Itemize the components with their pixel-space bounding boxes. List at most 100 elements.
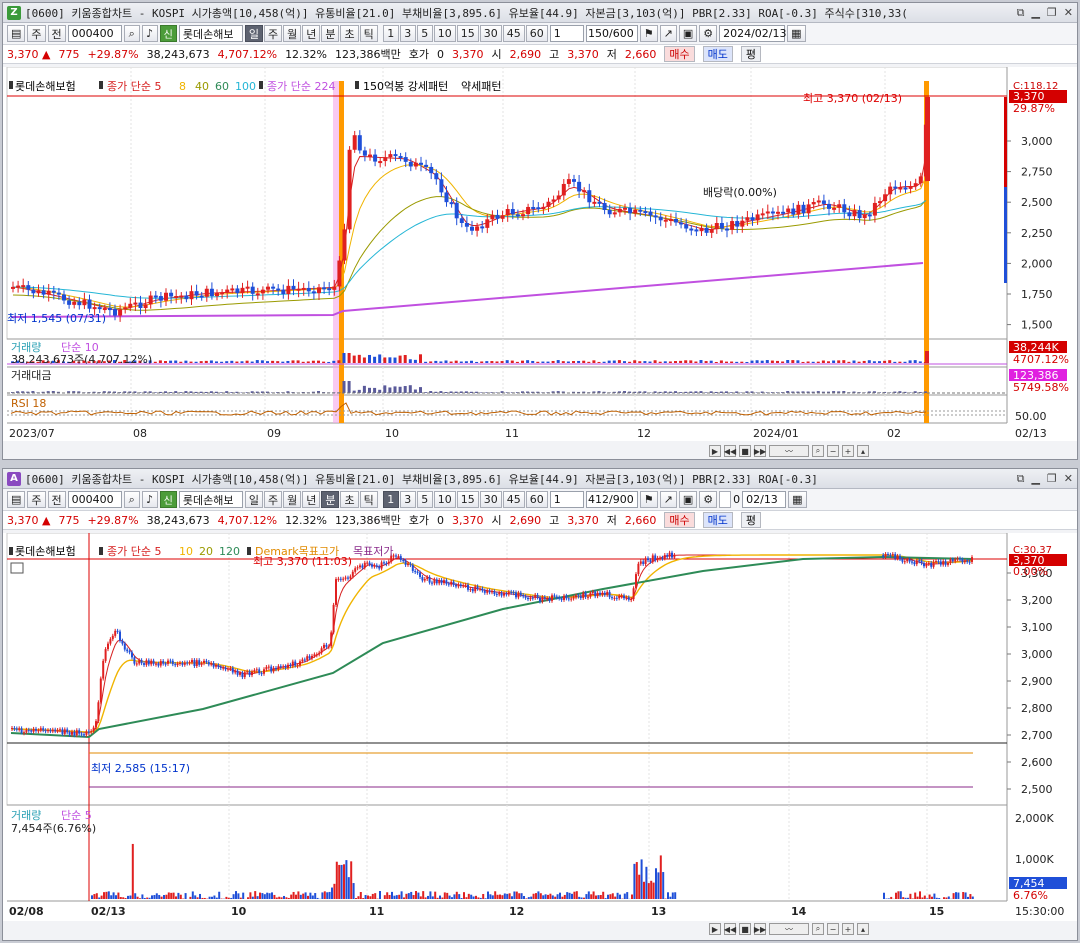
scope-select[interactable]: 전 bbox=[47, 25, 66, 42]
color-icon[interactable]: ▤ bbox=[7, 25, 26, 42]
scroll-right-icon[interactable]: ▶ bbox=[709, 923, 721, 935]
count-input[interactable]: 150/600 bbox=[585, 25, 638, 42]
period-button-2[interactable]: 월 bbox=[283, 25, 302, 42]
interval-button-1[interactable]: 3 bbox=[399, 491, 416, 508]
restore-icon[interactable]: ❐ bbox=[1047, 472, 1057, 486]
interval-button-4[interactable]: 15 bbox=[456, 25, 479, 42]
period-button-6[interactable]: 틱 bbox=[359, 25, 378, 42]
minimize-icon[interactable]: ▁ bbox=[1031, 472, 1039, 486]
interval-button-1[interactable]: 3 bbox=[399, 25, 416, 42]
sound-icon[interactable]: ♪ bbox=[141, 25, 158, 42]
indicator-icon[interactable]: ⚑ bbox=[639, 25, 658, 42]
interval-button-0[interactable]: 1 bbox=[382, 491, 399, 508]
interval-input[interactable]: 1 bbox=[549, 491, 584, 508]
title-bar[interactable]: A [0600] 키움종합차트 - KOSPI 시가총액[10,458(억)] … bbox=[3, 469, 1077, 489]
close-icon[interactable]: ✕ bbox=[1064, 472, 1073, 486]
sell-button[interactable]: 매도 bbox=[702, 512, 733, 528]
period-button-3[interactable]: 년 bbox=[302, 491, 321, 508]
daily-chart-area[interactable]: 최고 3,370 (02/13) 최저 1,545 (07/31) 배당락(0.… bbox=[3, 66, 1077, 441]
new-icon[interactable]: 신 bbox=[159, 491, 177, 508]
sell-button[interactable]: 매도 bbox=[702, 46, 733, 62]
expand-icon[interactable]: ▴ bbox=[857, 445, 869, 457]
settings-icon[interactable]: ⚙ bbox=[699, 491, 718, 508]
buy-button[interactable]: 매수 bbox=[664, 46, 695, 62]
date-input[interactable]: 02/13 bbox=[742, 491, 787, 508]
date-checkbox[interactable] bbox=[719, 491, 732, 508]
period-button-5[interactable]: 초 bbox=[340, 25, 359, 42]
minimize-icon[interactable]: ▁ bbox=[1031, 6, 1039, 20]
period-button-6[interactable]: 틱 bbox=[359, 491, 378, 508]
zoom-search-icon[interactable]: ⌕ bbox=[812, 445, 824, 457]
chart-type-icons[interactable]: 〰 bbox=[769, 445, 809, 457]
daily-candle-chart[interactable]: 최고 3,370 (02/13) 최저 1,545 (07/31) 배당락(0.… bbox=[3, 66, 1077, 441]
scroll-right-icon[interactable]: ▶ bbox=[709, 445, 721, 457]
interval-input[interactable]: 1 bbox=[549, 25, 584, 42]
sound-icon[interactable]: ♪ bbox=[141, 491, 158, 508]
period-button-4[interactable]: 분 bbox=[321, 491, 340, 508]
last-icon[interactable]: ▶▶ bbox=[754, 923, 766, 935]
interval-button-7[interactable]: 60 bbox=[525, 491, 548, 508]
minute-candle-chart[interactable]: 최고 3,370 (11:03) 최저 2,585 (15:17) 롯데손해보험… bbox=[3, 532, 1077, 921]
new-icon[interactable]: 신 bbox=[159, 25, 177, 42]
chart-type-icons[interactable]: 〰 bbox=[769, 923, 809, 935]
flat-button[interactable]: 평 bbox=[740, 46, 761, 62]
period-button-0[interactable]: 일 bbox=[244, 25, 263, 42]
period-button-2[interactable]: 월 bbox=[283, 491, 302, 508]
close-icon[interactable]: ✕ bbox=[1064, 6, 1073, 20]
interval-button-5[interactable]: 30 bbox=[479, 491, 502, 508]
interval-button-6[interactable]: 45 bbox=[502, 25, 525, 42]
interval-button-2[interactable]: 5 bbox=[416, 491, 433, 508]
color-icon[interactable]: ▤ bbox=[7, 491, 26, 508]
period-button-3[interactable]: 년 bbox=[302, 25, 321, 42]
date-input[interactable]: 2024/02/13 bbox=[719, 25, 787, 42]
interval-button-3[interactable]: 10 bbox=[433, 25, 456, 42]
calendar-icon[interactable]: ▦ bbox=[788, 491, 807, 508]
draw-icon[interactable]: ↗ bbox=[659, 25, 677, 42]
flat-button[interactable]: 평 bbox=[740, 512, 761, 528]
search-icon[interactable]: ⌕ bbox=[123, 491, 140, 508]
calendar-icon[interactable]: ▦ bbox=[787, 25, 806, 42]
save-icon[interactable]: ▣ bbox=[678, 25, 698, 42]
interval-button-0[interactable]: 1 bbox=[382, 25, 399, 42]
count-input[interactable]: 412/900 bbox=[585, 491, 638, 508]
period-button-4[interactable]: 분 bbox=[321, 25, 340, 42]
interval-button-4[interactable]: 15 bbox=[456, 491, 479, 508]
search-icon[interactable]: ⌕ bbox=[123, 25, 140, 42]
last-icon[interactable]: ▶▶ bbox=[754, 445, 766, 457]
scope-select[interactable]: 전 bbox=[47, 491, 66, 508]
settings-icon[interactable]: ⚙ bbox=[699, 25, 718, 42]
draw-icon[interactable]: ↗ bbox=[659, 491, 677, 508]
interval-button-2[interactable]: 5 bbox=[416, 25, 433, 42]
interval-button-5[interactable]: 30 bbox=[479, 25, 502, 42]
period-button-5[interactable]: 초 bbox=[340, 491, 359, 508]
interval-button-7[interactable]: 60 bbox=[525, 25, 548, 42]
link-icon[interactable]: ⧉ bbox=[1017, 472, 1025, 486]
stock-code-input[interactable]: 000400 bbox=[67, 25, 122, 42]
first-icon[interactable]: ◀◀ bbox=[724, 923, 736, 935]
zoom-out-icon[interactable]: − bbox=[827, 923, 839, 935]
zoom-search-icon[interactable]: ⌕ bbox=[812, 923, 824, 935]
zoom-in-icon[interactable]: + bbox=[842, 445, 854, 457]
expand-icon[interactable]: ▴ bbox=[857, 923, 869, 935]
stop-icon[interactable]: ■ bbox=[739, 923, 751, 935]
interval-button-6[interactable]: 45 bbox=[502, 491, 525, 508]
period-button-1[interactable]: 주 bbox=[263, 25, 283, 42]
period-button-1[interactable]: 주 bbox=[263, 491, 283, 508]
mode-select[interactable]: 주 bbox=[27, 25, 46, 42]
interval-button-3[interactable]: 10 bbox=[433, 491, 456, 508]
first-icon[interactable]: ◀◀ bbox=[724, 445, 736, 457]
save-icon[interactable]: ▣ bbox=[678, 491, 698, 508]
stock-code-input[interactable]: 000400 bbox=[67, 491, 122, 508]
candle bbox=[121, 640, 124, 644]
buy-button[interactable]: 매수 bbox=[664, 512, 695, 528]
indicator-icon[interactable]: ⚑ bbox=[639, 491, 658, 508]
zoom-in-icon[interactable]: + bbox=[842, 923, 854, 935]
title-bar[interactable]: Z [0600] 키움종합차트 - KOSPI 시가총액[10,458(억)] … bbox=[3, 3, 1077, 23]
minute-chart-area[interactable]: 최고 3,370 (11:03) 최저 2,585 (15:17) 롯데손해보험… bbox=[3, 532, 1077, 921]
stop-icon[interactable]: ■ bbox=[739, 445, 751, 457]
zoom-out-icon[interactable]: − bbox=[827, 445, 839, 457]
period-button-0[interactable]: 일 bbox=[244, 491, 263, 508]
restore-icon[interactable]: ❐ bbox=[1047, 6, 1057, 20]
link-icon[interactable]: ⧉ bbox=[1017, 6, 1025, 20]
mode-select[interactable]: 주 bbox=[27, 491, 46, 508]
